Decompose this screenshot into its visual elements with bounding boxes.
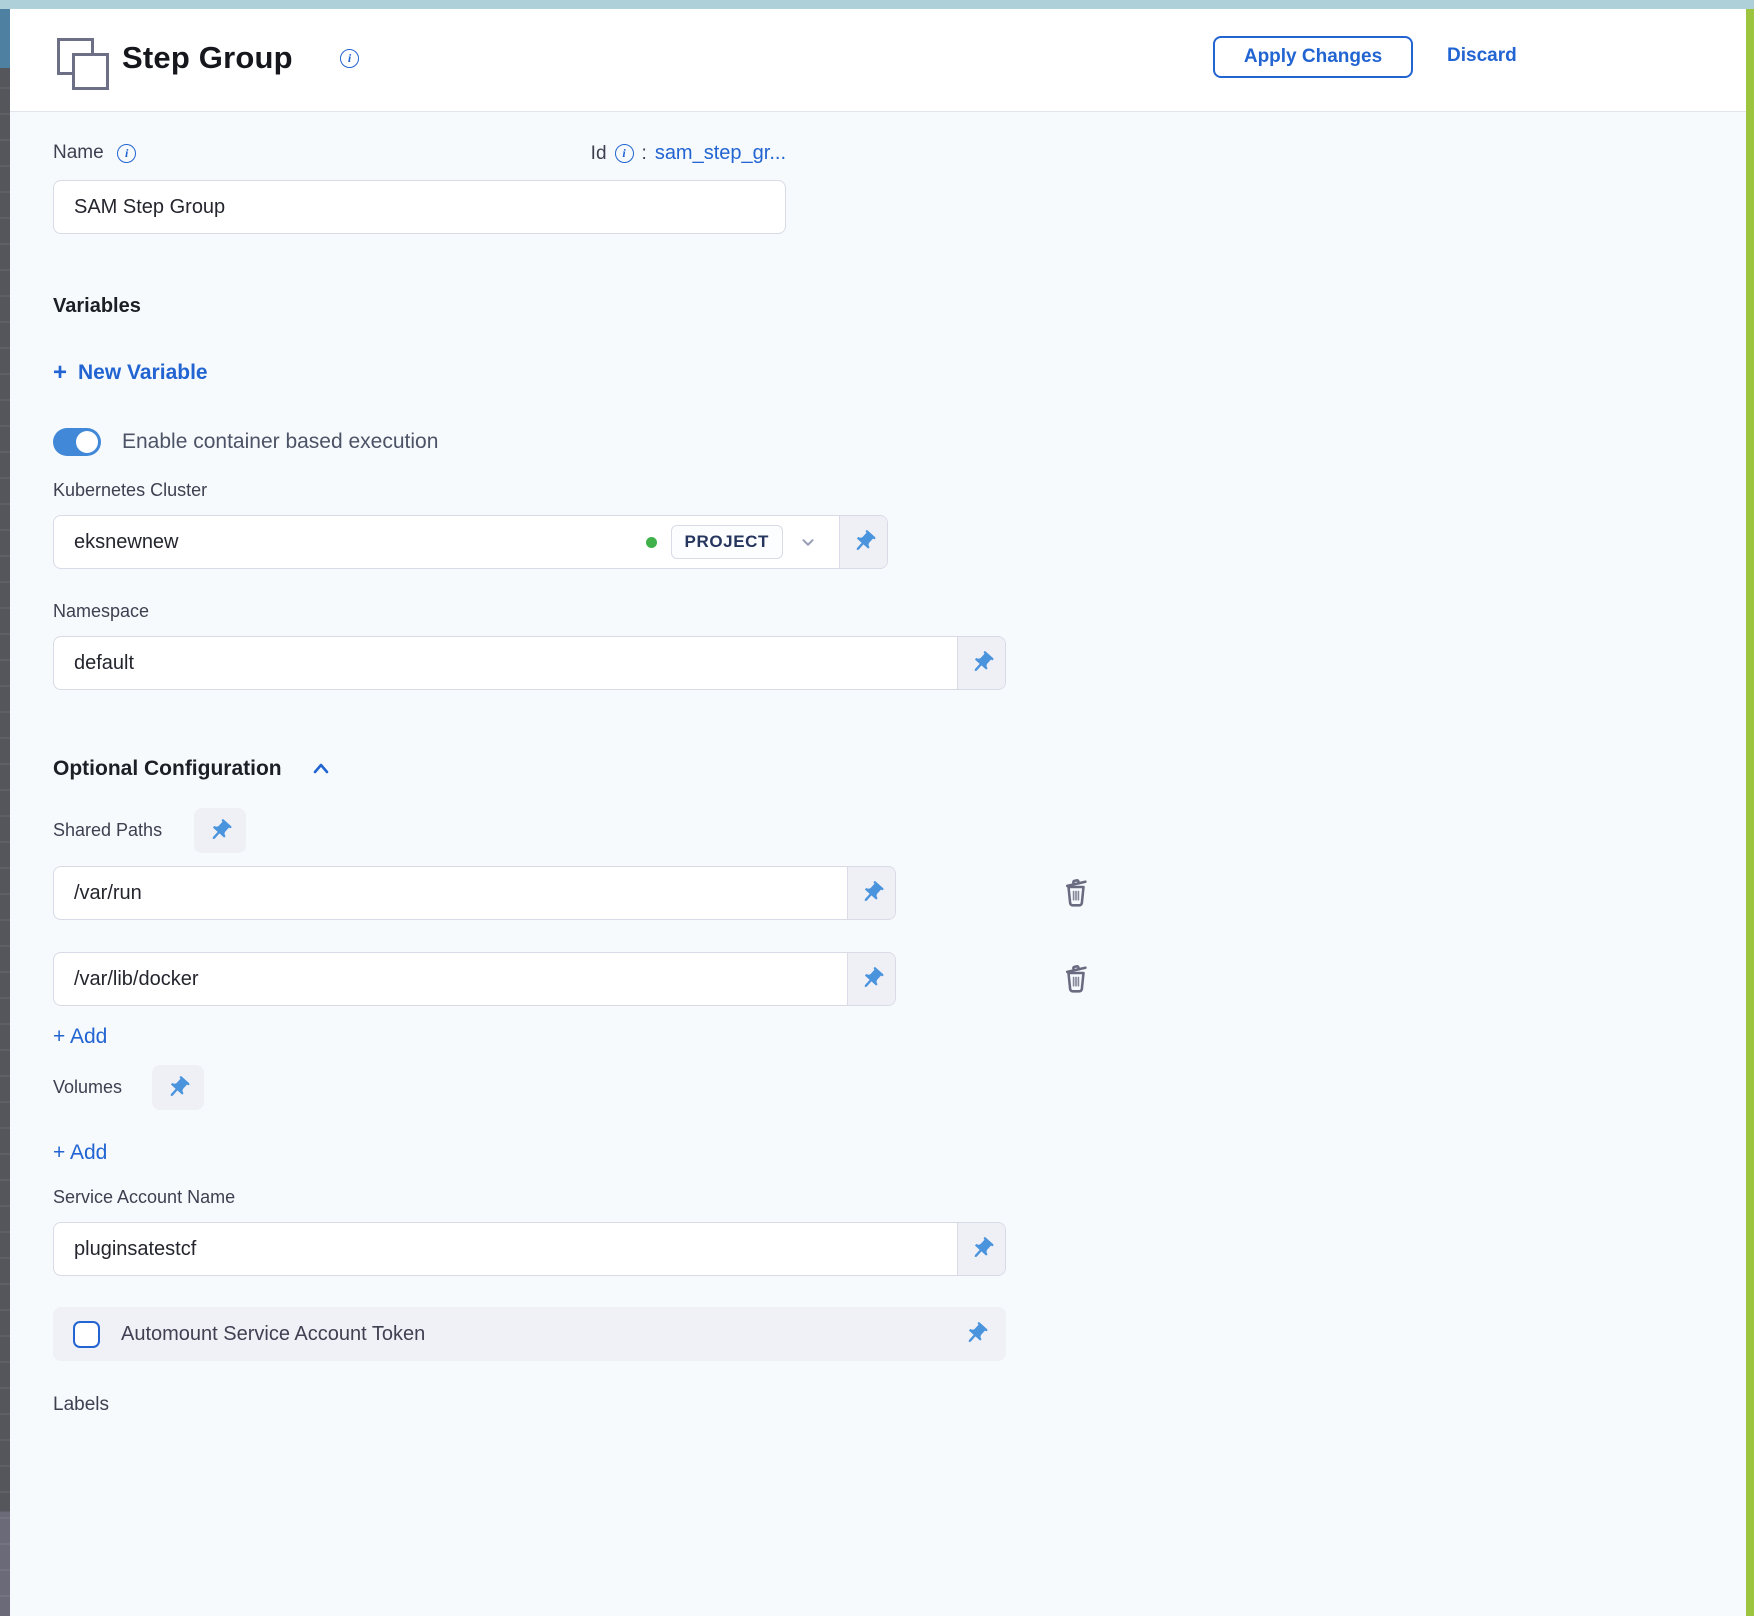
delete-shared-path-button[interactable]: [1058, 873, 1094, 913]
shared-paths-label: Shared Paths: [53, 820, 162, 841]
chevron-down-icon[interactable]: [797, 531, 819, 553]
delete-shared-path-button[interactable]: [1058, 959, 1094, 999]
container-execution-row: Enable container based execution: [53, 428, 438, 456]
shared-path-pin-button[interactable]: [847, 867, 895, 919]
automount-checkbox[interactable]: [73, 1321, 100, 1348]
page-title: Step Group: [122, 40, 293, 76]
volumes-label: Volumes: [53, 1077, 122, 1098]
name-label: Name: [53, 142, 104, 163]
labels-heading: Labels: [53, 1394, 109, 1416]
namespace-pin-button[interactable]: [957, 637, 1005, 689]
automount-row: Automount Service Account Token: [53, 1307, 1006, 1361]
pin-icon: [969, 1236, 995, 1262]
pin-icon: [859, 966, 885, 992]
automount-pin-button[interactable]: [963, 1321, 989, 1347]
connector-status-dot: [646, 537, 657, 548]
id-separator: :: [642, 143, 647, 165]
kubernetes-cluster-label: Kubernetes Cluster: [53, 480, 207, 501]
id-info-icon[interactable]: i: [615, 144, 634, 163]
shared-path-row: [53, 866, 896, 920]
step-group-panel: Step Group i Apply Changes Discard Name …: [10, 9, 1746, 1616]
automount-label: Automount Service Account Token: [121, 1323, 425, 1346]
add-volume-link[interactable]: + Add: [53, 1141, 107, 1165]
entity-id: Id i : sam_step_gr...: [591, 142, 786, 165]
new-variable-label: New Variable: [78, 361, 208, 385]
kubernetes-cluster-widget[interactable]: eksnewnew PROJECT: [53, 515, 888, 569]
panel-header: Step Group i Apply Changes Discard: [10, 9, 1746, 112]
id-value[interactable]: sam_step_gr...: [655, 142, 786, 165]
plus-icon: +: [53, 361, 67, 385]
background-top-strip: [0, 0, 1754, 9]
id-label: Id: [591, 143, 607, 165]
trash-icon: [1058, 959, 1094, 999]
pin-icon: [207, 818, 233, 844]
kubernetes-cluster-pin-button[interactable]: [839, 516, 887, 568]
kubernetes-cluster-value[interactable]: eksnewnew: [74, 531, 632, 554]
step-group-config-page: Step Group i Apply Changes Discard Name …: [0, 0, 1754, 1616]
scope-badge: PROJECT: [671, 525, 784, 559]
service-account-pin-button[interactable]: [957, 1223, 1005, 1275]
name-info-icon[interactable]: i: [117, 144, 136, 163]
optional-configuration-header[interactable]: Optional Configuration: [53, 757, 333, 781]
volumes-header: Volumes: [53, 1065, 204, 1110]
optional-configuration-heading: Optional Configuration: [53, 757, 282, 781]
chevron-up-icon[interactable]: [309, 757, 333, 781]
service-account-input[interactable]: [74, 1238, 937, 1261]
pin-icon: [851, 529, 877, 555]
name-label-row: Name i Id i : sam_step_gr...: [53, 142, 786, 166]
variables-heading: Variables: [53, 295, 141, 318]
apply-changes-button[interactable]: Apply Changes: [1213, 36, 1413, 78]
shared-path-row: [53, 952, 896, 1006]
step-group-icon: [57, 38, 111, 92]
pin-icon: [165, 1075, 191, 1101]
service-account-widget: [53, 1222, 1006, 1276]
pin-icon: [969, 650, 995, 676]
shared-path-input[interactable]: [74, 882, 827, 905]
trash-icon: [1058, 873, 1094, 913]
namespace-widget: [53, 636, 1006, 690]
shared-paths-header: Shared Paths: [53, 808, 246, 853]
namespace-input[interactable]: [74, 652, 937, 675]
discard-link[interactable]: Discard: [1447, 45, 1517, 67]
toggle-label: Enable container based execution: [122, 430, 438, 454]
volumes-pin-button[interactable]: [152, 1065, 204, 1110]
namespace-label: Namespace: [53, 601, 149, 622]
background-right-strip: [1746, 9, 1754, 1616]
pin-icon: [859, 880, 885, 906]
service-account-label: Service Account Name: [53, 1187, 235, 1208]
background-left-accent: [0, 9, 10, 68]
shared-path-pin-button[interactable]: [847, 953, 895, 1005]
name-input[interactable]: [74, 196, 765, 219]
background-left-editor-strip: [0, 9, 10, 1616]
shared-path-input[interactable]: [74, 968, 827, 991]
new-variable-button[interactable]: + New Variable: [53, 361, 208, 385]
enable-container-execution-toggle[interactable]: [53, 428, 101, 456]
add-shared-path-link[interactable]: + Add: [53, 1025, 107, 1049]
name-field-widget: [53, 180, 786, 234]
title-info-icon[interactable]: i: [340, 49, 359, 68]
shared-paths-pin-button[interactable]: [194, 808, 246, 853]
